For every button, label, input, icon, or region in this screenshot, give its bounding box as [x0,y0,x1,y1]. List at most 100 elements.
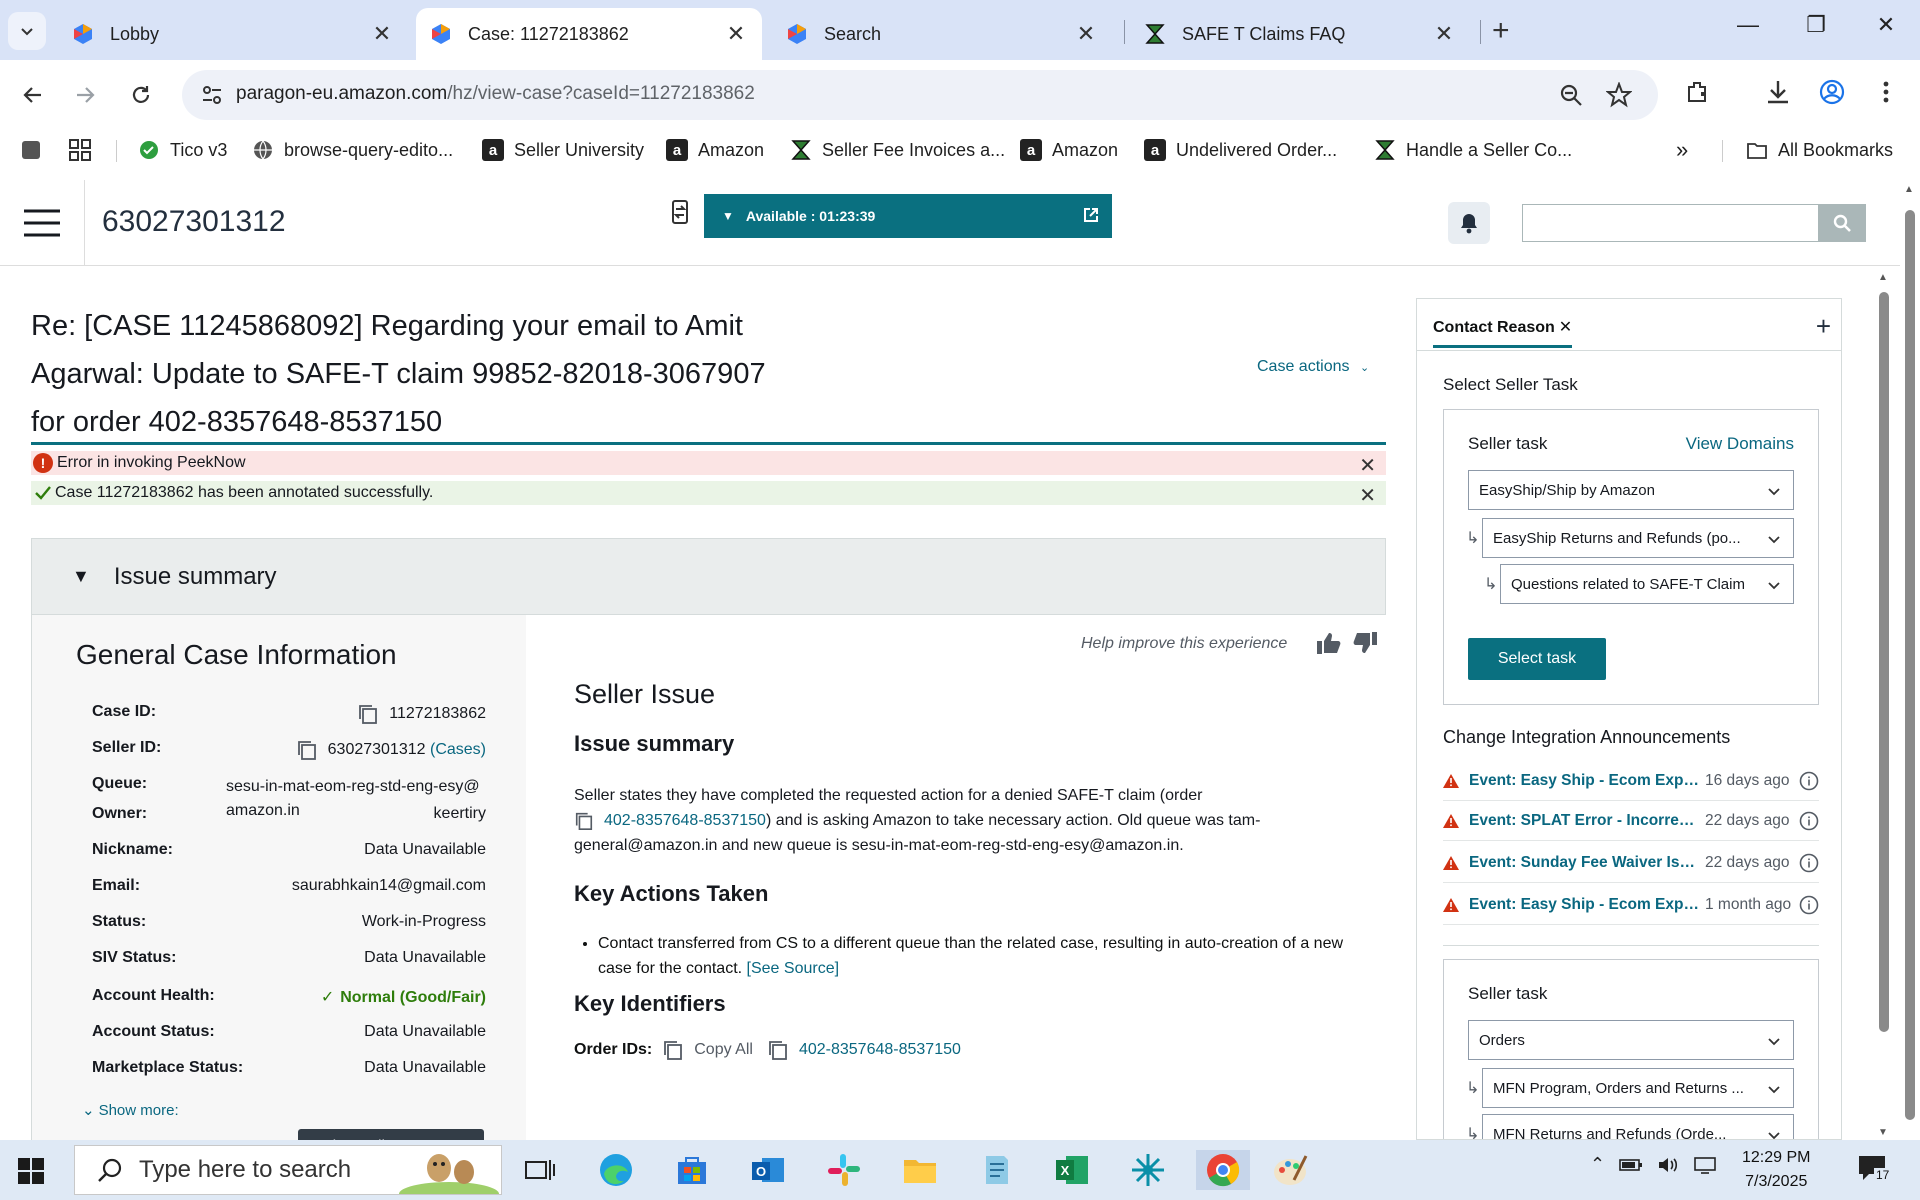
bookmark-handle-seller[interactable]: Handle a Seller Co... [1374,134,1572,166]
view-domains-link[interactable]: View Domains [1686,434,1794,454]
address-bar[interactable]: paragon-eu.amazon.com/hz/view-case?caseI… [182,70,1658,120]
case-actions-dropdown[interactable]: Case actions ⌄ [1257,358,1369,376]
copy-icon[interactable] [296,739,318,761]
windows-start-icon[interactable] [18,1158,44,1184]
chevron-up-icon[interactable]: ⌃ [1590,1154,1605,1175]
copy-icon[interactable] [357,703,379,725]
download-icon[interactable] [1764,78,1792,106]
window-close-icon[interactable]: ✕ [1866,12,1906,38]
order-id-link[interactable]: 402-8357648-8537150 [799,1041,961,1059]
announcement-item[interactable]: Event: SPLAT Error - Incorrect... 22 day… [1443,801,1819,841]
restore-icon[interactable]: ❐ [1796,12,1836,38]
header-search-button[interactable] [1818,204,1866,242]
site-info-icon[interactable] [200,83,224,107]
hamburger-menu-icon[interactable] [24,208,60,238]
close-icon[interactable]: ✕ [1359,453,1376,478]
tab-search-button[interactable] [8,12,46,50]
microsoft-store-icon[interactable] [672,1150,712,1190]
copy-icon[interactable] [574,811,594,831]
announcement-item[interactable]: Event: Easy Ship - Ecom Expr... 16 days … [1443,761,1819,801]
copy-all-link[interactable]: Copy All [694,1041,753,1059]
url-text[interactable]: paragon-eu.amazon.com/hz/view-case?caseI… [236,83,755,105]
announcement-item[interactable]: Event: Easy Ship - Ecom Expr... 1 month … [1443,885,1819,925]
edge-browser-icon[interactable] [596,1150,636,1190]
close-icon[interactable]: ✕ [1432,21,1456,47]
scroll-up-icon[interactable]: ▲ [1878,272,1888,283]
tab-case[interactable]: Case: 11272183862 ✕ [416,8,762,60]
sync-icon[interactable] [668,198,692,226]
close-icon[interactable]: ✕ [1074,21,1098,47]
taskbar-clock[interactable]: 12:29 PM 7/3/2025 [1742,1146,1810,1194]
outlook-icon[interactable]: O [748,1150,788,1190]
seller-task-select-1[interactable]: Orders [1468,1020,1794,1060]
page-scroll-thumb[interactable] [1905,210,1915,1120]
copy-icon[interactable] [767,1039,789,1061]
bookmark-seller-university[interactable]: a Seller University [482,134,644,166]
taskbar-search-input[interactable]: Type here to search [74,1145,502,1195]
profile-icon[interactable] [1818,78,1846,106]
info-icon[interactable] [1799,811,1819,831]
excel-icon[interactable]: X [1052,1150,1092,1190]
bookmark-amazon-2[interactable]: a Amazon [1020,134,1118,166]
info-icon[interactable] [1799,771,1819,791]
notification-center-button[interactable]: 17 [1856,1152,1892,1191]
tab-safe-t-faq[interactable]: SAFE T Claims FAQ ✕ [1130,8,1470,60]
zoom-icon[interactable] [1558,82,1584,108]
see-source-link[interactable]: [See Source] [747,960,840,977]
tab-lobby[interactable]: Lobby ✕ [58,8,408,60]
page-scrollbar[interactable]: ▲ [1902,180,1918,1140]
new-tab-plus-icon[interactable]: + [1492,14,1510,48]
notepad-icon[interactable] [976,1150,1016,1190]
bookmarks-overflow-icon[interactable]: » [1676,134,1688,166]
snowflake-app-icon[interactable] [1128,1150,1168,1190]
network-icon[interactable] [1693,1156,1717,1174]
scroll-up-icon[interactable]: ▲ [1904,184,1914,195]
external-link-icon[interactable] [1082,206,1100,224]
seller-cases-link[interactable]: (Cases) [430,741,486,758]
copy-icon[interactable] [662,1039,684,1061]
notifications-button[interactable] [1448,202,1490,244]
slack-icon[interactable] [824,1150,864,1190]
more-vert-icon[interactable] [1872,78,1900,106]
paint-icon[interactable] [1270,1150,1310,1190]
chrome-browser-icon[interactable] [1196,1150,1250,1190]
seller-task-select-1[interactable]: EasyShip/Ship by Amazon [1468,470,1794,510]
close-icon[interactable]: ✕ [370,21,394,47]
star-icon[interactable] [1606,82,1632,108]
close-icon[interactable]: ✕ [1559,319,1572,336]
thumbs-up-icon[interactable] [1316,631,1342,655]
bookmark-grid[interactable] [68,134,92,166]
seller-task-select-2[interactable]: MFN Program, Orders and Returns ... [1482,1068,1794,1108]
all-bookmarks[interactable]: All Bookmarks [1746,134,1893,166]
minimize-icon[interactable]: — [1728,12,1768,38]
close-icon[interactable]: ✕ [724,21,748,47]
thumbs-down-icon[interactable] [1352,631,1378,655]
volume-icon[interactable] [1657,1156,1679,1174]
header-search-input[interactable] [1522,204,1818,242]
seller-task-select-3[interactable]: Questions related to SAFE-T Claim [1500,564,1794,604]
forward-button[interactable] [68,78,102,112]
extensions-icon[interactable] [1684,78,1712,106]
bookmark-seller-fee-invoices[interactable]: Seller Fee Invoices a... [790,134,1005,166]
tab-contact-reason[interactable]: Contact Reason ✕ [1433,317,1573,348]
back-button[interactable] [16,78,50,112]
side-scroll-thumb[interactable] [1879,292,1889,1032]
bookmark-tico[interactable]: Tico v3 [138,134,227,166]
bookmark-browse-query[interactable]: browse-query-edito... [252,134,453,166]
bookmark-undelivered-order[interactable]: a Undelivered Order... [1144,134,1337,166]
info-icon[interactable] [1799,895,1819,915]
side-panel-scrollbar[interactable]: ▲ ▼ [1876,270,1892,1140]
info-icon[interactable] [1799,853,1819,873]
battery-icon[interactable] [1619,1157,1643,1173]
issue-summary-header[interactable]: ▼ Issue summary [32,539,1385,615]
view-seller-account-button[interactable]: View seller account [298,1129,484,1140]
seller-task-select-2[interactable]: EasyShip Returns and Refunds (po... [1482,518,1794,558]
seller-task-select-3[interactable]: MFN Returns and Refunds (Orde... [1482,1114,1794,1139]
close-icon[interactable]: ✕ [1359,483,1376,508]
bookmark-amazon-1[interactable]: a Amazon [666,134,764,166]
scroll-down-icon[interactable]: ▼ [1878,1127,1888,1138]
summary-order-link[interactable]: 402-8357648-8537150 [604,812,766,829]
reload-button[interactable] [124,78,158,112]
add-tab-plus-icon[interactable]: + [1816,311,1831,342]
file-explorer-icon[interactable] [900,1150,940,1190]
